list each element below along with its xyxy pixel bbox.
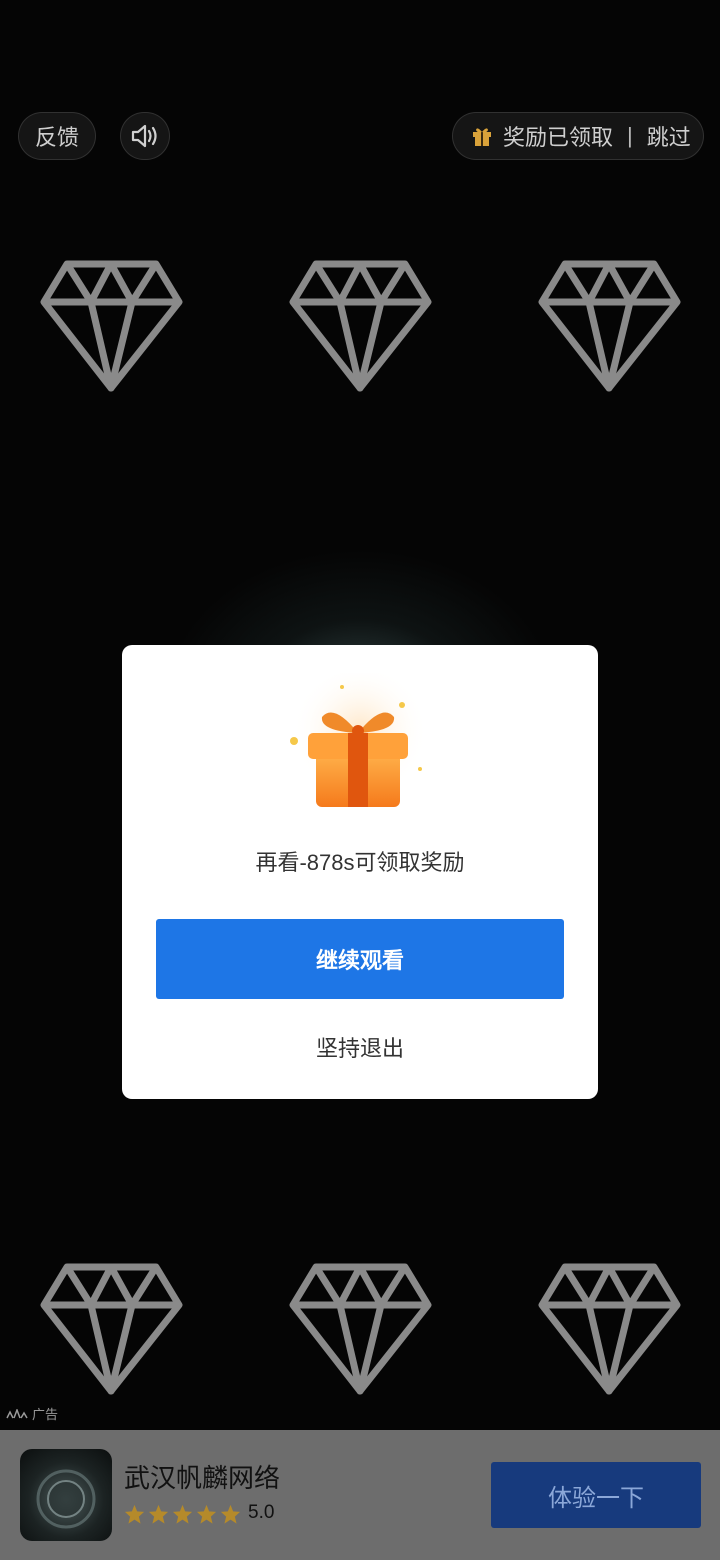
reward-skip-button[interactable]: 奖励已领取 | 跳过 xyxy=(452,112,704,160)
rating-stars xyxy=(124,1504,241,1524)
diamond-icon xyxy=(289,1263,432,1395)
ad-tag: 广告 xyxy=(6,1404,58,1423)
star-icon xyxy=(124,1504,145,1524)
small-gift-icon xyxy=(473,128,491,146)
star-icon xyxy=(220,1504,241,1524)
feedback-label: 反馈 xyxy=(34,125,79,150)
diamond-icon xyxy=(538,260,681,392)
reward-status-label: 奖励已领取 xyxy=(503,125,614,150)
diamond-icon xyxy=(538,1263,681,1395)
gift-box-icon xyxy=(290,673,428,807)
ad-logo-icon xyxy=(6,1408,28,1418)
diamond-icon xyxy=(40,1263,183,1395)
skip-label: 跳过 xyxy=(646,125,691,150)
ad-label: 广告 xyxy=(32,1407,59,1422)
rating-value: 5.0 xyxy=(248,1502,275,1523)
star-icon xyxy=(172,1504,193,1524)
divider: | xyxy=(627,123,633,148)
continue-watching-button[interactable]: 继续观看 xyxy=(156,919,564,999)
star-icon xyxy=(148,1504,169,1524)
feedback-button[interactable]: 反馈 xyxy=(18,112,96,160)
ad-banner[interactable]: 武汉帆麟网络 5.0 体验一下 xyxy=(0,1430,720,1560)
app-icon[interactable] xyxy=(20,1449,112,1541)
app-logo-icon xyxy=(36,1469,96,1529)
quit-button[interactable]: 坚持退出 xyxy=(122,1031,598,1063)
app-name: 武汉帆麟网络 xyxy=(124,1463,281,1493)
speaker-icon xyxy=(131,124,157,148)
diamond-icon xyxy=(40,260,183,392)
reward-countdown-message: 再看-878s可领取奖励 xyxy=(255,850,465,875)
try-it-button[interactable]: 体验一下 xyxy=(491,1462,701,1528)
reward-dialog: 再看-878s可领取奖励 继续观看 坚持退出 xyxy=(122,645,598,1099)
diamond-icon xyxy=(289,260,432,392)
sound-toggle-button[interactable] xyxy=(120,112,170,160)
star-icon xyxy=(196,1504,217,1524)
